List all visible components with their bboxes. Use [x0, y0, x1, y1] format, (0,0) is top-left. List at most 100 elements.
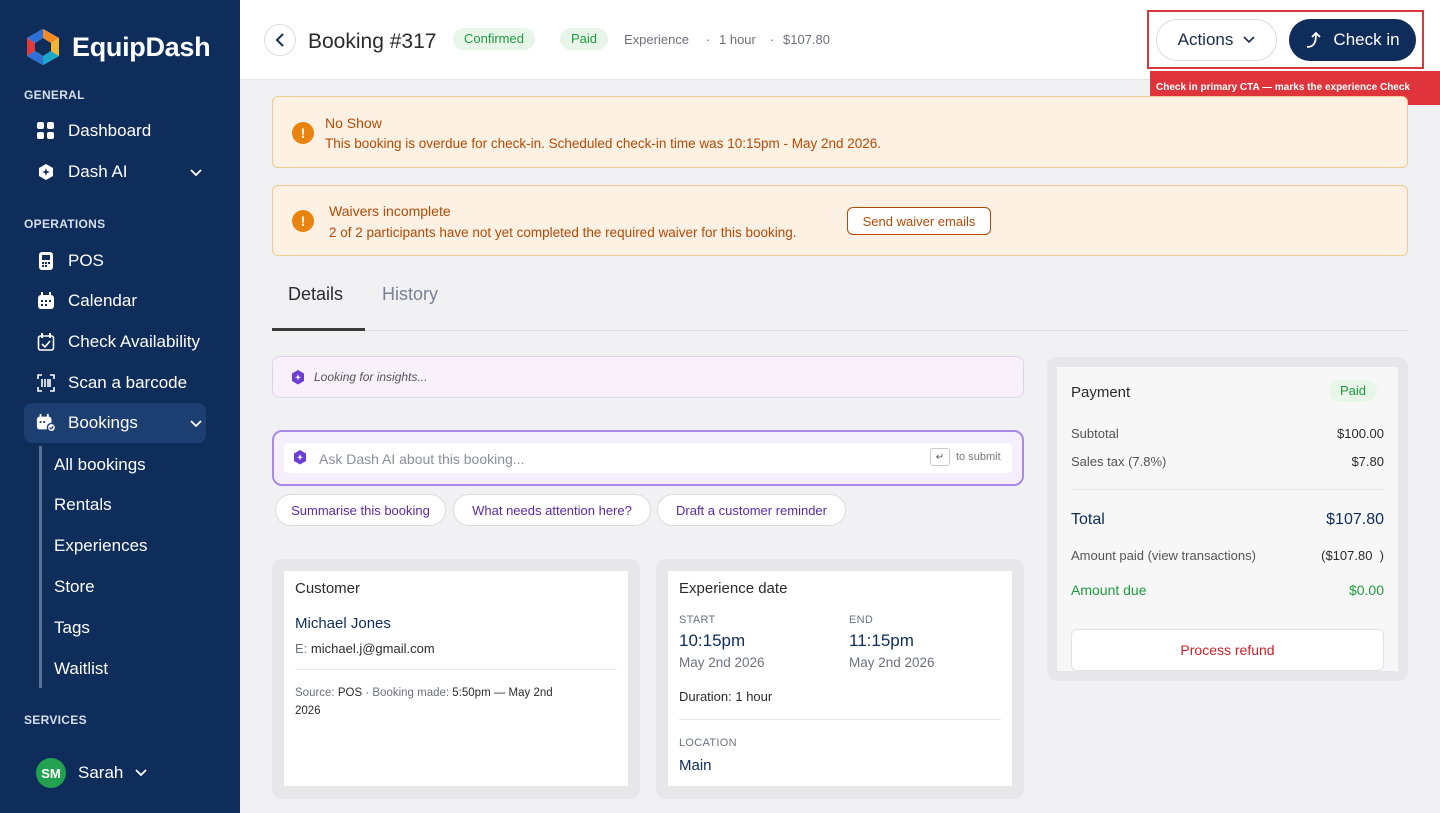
made-label: Booking made: — [372, 687, 450, 699]
card-title: Payment — [1071, 384, 1131, 401]
grid-icon — [36, 121, 56, 141]
section-general: GENERAL — [24, 88, 85, 102]
dash-ai-icon — [292, 370, 304, 385]
payment-card: Payment Paid Subtotal $100.00 Sales tax … — [1047, 357, 1408, 681]
chevron-down-icon — [190, 162, 202, 182]
process-refund-button[interactable]: Process refund — [1071, 629, 1384, 671]
section-services: SERVICES — [24, 713, 87, 727]
amount-due-label: Amount due — [1071, 582, 1147, 598]
booking-type: Experience — [624, 32, 690, 47]
booking-duration: 1 hour — [719, 32, 756, 47]
start-label: START — [679, 614, 716, 626]
sidebar-subitem-tags[interactable]: Tags — [54, 618, 90, 638]
customer-card: Customer Michael Jones E: michael.j@gmai… — [272, 559, 640, 799]
sidebar-item-dash-ai[interactable]: Dash AI — [36, 152, 206, 192]
brand[interactable]: EquipDash — [24, 28, 211, 66]
ask-dash-ai-input[interactable]: Ask Dash AI about this booking... ↵ to s… — [284, 443, 1012, 473]
waivers-alert: ! Waivers incomplete 2 of 2 participants… — [272, 185, 1408, 256]
source-value: POS — [337, 687, 363, 699]
sidebar-item-bookings[interactable]: Bookings — [24, 403, 206, 443]
calendar-icon — [36, 291, 56, 311]
enter-key-icon: ↵ — [930, 448, 950, 466]
sidebar-item-label: Dash AI — [68, 162, 128, 181]
made-year: 2026 — [295, 705, 321, 717]
tabs-divider — [272, 330, 1408, 331]
end-time: 11:15pm — [849, 631, 914, 650]
tax-label: Sales tax (7.8%) — [1071, 454, 1167, 469]
payment-badge: Paid — [560, 28, 609, 50]
sidebar-subitem-all-bookings[interactable]: All bookings — [54, 455, 146, 475]
sidebar-item-pos[interactable]: POS — [36, 241, 206, 281]
sidebar-item-label: Dashboard — [68, 121, 152, 140]
pos-terminal-icon — [36, 251, 56, 271]
tab-details[interactable]: Details — [288, 284, 343, 305]
status-badge: Confirmed — [453, 28, 535, 50]
ai-insights-panel: Looking for insights... — [272, 356, 1024, 398]
chip-reminder[interactable]: Draft a customer reminder — [657, 494, 846, 526]
sidebar-subitem-experiences[interactable]: Experiences — [54, 536, 148, 556]
divider — [295, 669, 617, 670]
alert-title: Waivers incomplete — [329, 203, 451, 219]
alert-text: This booking is overdue for check-in. Sc… — [325, 136, 882, 151]
send-waiver-emails-button[interactable]: Send waiver emails — [847, 207, 991, 235]
total-value: $107.80 — [1326, 511, 1384, 528]
section-operations: OPERATIONS — [24, 217, 106, 231]
chip-attention[interactable]: What needs attention here? — [453, 494, 651, 526]
warning-icon: ! — [292, 210, 314, 232]
amount-paid-link[interactable]: Amount paid (view transactions) — [1071, 548, 1256, 563]
bookings-icon — [36, 413, 56, 433]
customer-name[interactable]: Michael Jones — [295, 615, 391, 632]
back-button[interactable] — [264, 24, 296, 56]
experience-date-card: Experience date START 10:15pm May 2nd 20… — [656, 559, 1024, 799]
start-date: May 2nd 2026 — [679, 655, 765, 670]
calendar-check-icon — [36, 332, 56, 352]
sidebar-subitem-rentals[interactable]: Rentals — [54, 495, 112, 515]
ask-dash-ai-box: Ask Dash AI about this booking... ↵ to s… — [272, 430, 1024, 486]
subtotal-value: $100.00 — [1337, 426, 1384, 441]
amount-due-value: $0.00 — [1348, 582, 1384, 598]
alert-text: 2 of 2 participants have not yet complet… — [329, 225, 797, 240]
duration: Duration: 1 hour — [679, 689, 773, 704]
user-menu[interactable]: SM Sarah — [36, 758, 148, 788]
chip-summarise[interactable]: Summarise this booking — [275, 494, 446, 526]
end-label: END — [849, 614, 874, 626]
equipdash-logo-icon — [27, 29, 59, 65]
alert-title: No Show — [325, 115, 382, 131]
sidebar-item-label: Scan a barcode — [68, 373, 188, 392]
email-value[interactable]: michael.j@gmail.com — [311, 641, 435, 656]
tax-value: $7.80 — [1351, 454, 1384, 469]
booking-price: $107.80 — [783, 32, 830, 47]
amount-paid-value: ($107.80 ) — [1321, 548, 1384, 563]
chevron-left-icon — [275, 33, 284, 47]
dash-ai-icon — [294, 450, 306, 465]
sidebar-item-scan-barcode[interactable]: Scan a barcode — [36, 363, 206, 403]
divider — [679, 719, 1001, 720]
meta-separator: · — [706, 32, 711, 47]
email-label: E: — [295, 641, 308, 656]
subtotal-label: Subtotal — [1071, 426, 1119, 441]
sidebar: EquipDash GENERAL Dashboard Dash AI OPER… — [0, 0, 240, 813]
user-name: Sarah — [78, 763, 124, 782]
sidebar-item-calendar[interactable]: Calendar — [36, 281, 206, 321]
page-title: Booking #317 — [308, 30, 437, 53]
sidebar-item-label: Bookings — [68, 413, 138, 432]
sidebar-subitem-waitlist[interactable]: Waitlist — [54, 659, 108, 679]
hexagon-ai-icon — [36, 162, 56, 182]
sidebar-item-dashboard[interactable]: Dashboard — [36, 111, 206, 151]
brand-name: EquipDash — [72, 31, 211, 62]
avatar: SM — [36, 758, 66, 788]
cta-highlight-outline — [1147, 10, 1424, 69]
warning-icon: ! — [292, 122, 314, 144]
payment-badge: Paid — [1329, 380, 1378, 402]
ask-placeholder: Ask Dash AI about this booking... — [319, 451, 525, 467]
sidebar-item-check-availability[interactable]: Check Availability — [36, 322, 206, 362]
source-label: Source: — [295, 687, 335, 699]
sidebar-subitem-store[interactable]: Store — [54, 577, 95, 597]
chevron-down-icon — [190, 413, 202, 433]
made-time: 5:50pm — May 2nd — [452, 687, 553, 699]
tab-history[interactable]: History — [382, 284, 438, 305]
barcode-scan-icon — [36, 373, 56, 393]
location-label: LOCATION — [679, 737, 737, 749]
sidebar-item-label: Check Availability — [68, 332, 200, 351]
submit-hint: to submit — [956, 451, 1001, 463]
